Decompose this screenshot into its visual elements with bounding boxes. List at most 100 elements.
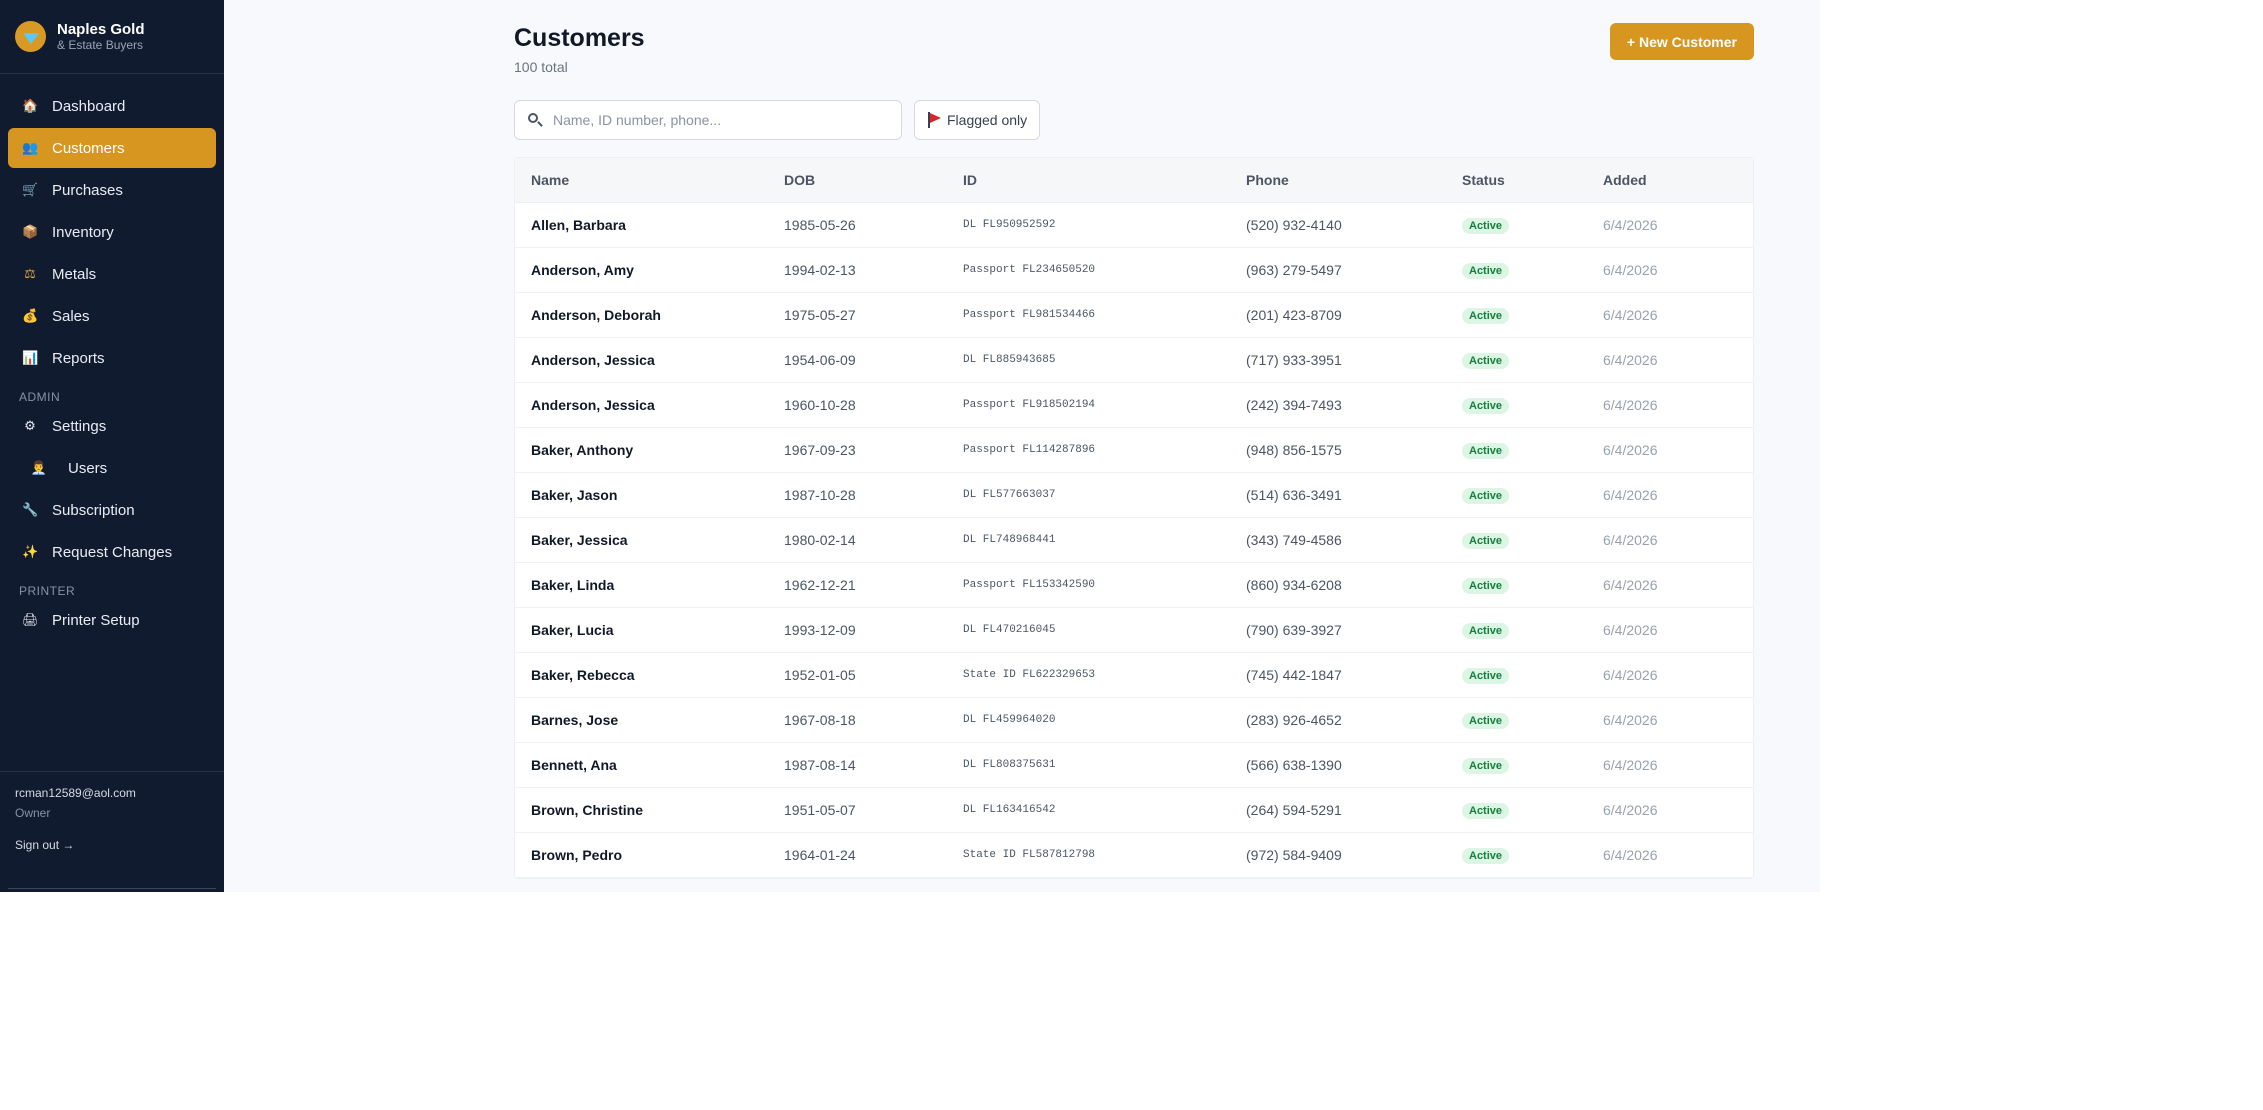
customer-phone: (520) 932-4140 [1246, 217, 1342, 233]
header-id[interactable]: ID [963, 172, 1246, 188]
page-title: Customers [514, 24, 645, 52]
customer-added-date: 6/4/2026 [1603, 757, 1658, 773]
status-badge: Active [1462, 443, 1510, 459]
header-name[interactable]: Name [515, 172, 784, 188]
new-customer-button[interactable]: + New Customer [1609, 23, 1754, 60]
sidebar-item-inventory[interactable]: 📦 Inventory [8, 212, 216, 252]
sidebar-item-settings[interactable]: ⚙ Settings [8, 406, 216, 446]
status-badge: Active [1462, 308, 1510, 324]
table-row[interactable]: Baker, Linda 1962-12-21 Passport FL1533425… [515, 563, 1753, 608]
customer-id-number: Passport FL981534466 [963, 309, 1096, 321]
wrench-icon: 🔧 [22, 502, 39, 517]
sidebar-item-dashboard[interactable]: 🏠 Dashboard [8, 86, 216, 126]
table-row[interactable]: Baker, Jessica 1980-02-14 DL FL748968441 (3… [515, 518, 1753, 563]
gear-icon: ⚙ [24, 418, 36, 433]
customer-name: Brown, Pedro [531, 847, 623, 863]
customer-dob: 1960-10-28 [784, 397, 856, 413]
customer-name: Baker, Rebecca [531, 667, 635, 683]
customer-count: 100 total [514, 59, 568, 75]
customer-name: Barnes, Jose [531, 712, 619, 728]
header-status[interactable]: Status [1462, 172, 1603, 188]
header-phone[interactable]: Phone [1246, 172, 1462, 188]
customer-name: Anderson, Amy [531, 262, 634, 278]
sign-out-link[interactable]: Sign out → [15, 838, 74, 852]
table-row[interactable]: Barnes, Jose 1967-08-18 DL FL459964020 (283… [515, 698, 1753, 743]
customer-added-date: 6/4/2026 [1603, 622, 1658, 638]
customer-name: Allen, Barbara [531, 217, 626, 233]
customer-status: Active [1462, 531, 1603, 549]
status-badge: Active [1462, 668, 1510, 684]
status-badge: Active [1462, 848, 1510, 864]
sidebar-item-label: Users [68, 459, 108, 477]
customer-phone: (566) 638-1390 [1246, 757, 1342, 773]
customer-phone: (790) 639-3927 [1246, 622, 1342, 638]
customer-name: Anderson, Jessica [531, 352, 655, 368]
customer-phone: (201) 423-8709 [1246, 307, 1342, 323]
sidebar-item-label: Subscription [52, 501, 135, 519]
customer-phone: (343) 749-4586 [1246, 532, 1342, 548]
customer-phone: (963) 279-5497 [1246, 262, 1342, 278]
brand[interactable]: Naples Gold & Estate Buyers [0, 0, 224, 74]
cart-icon: 🛒 [22, 182, 39, 197]
table-row[interactable]: Anderson, Amy 1994-02-13 Passport FL234650… [515, 248, 1753, 293]
table-row[interactable]: Baker, Lucia 1993-12-09 DL FL470216045 (790… [515, 608, 1753, 653]
sidebar-item-sales[interactable]: 💰 Sales [8, 296, 216, 336]
sidebar-item-purchases[interactable]: 🛒 Purchases [8, 170, 216, 210]
table-row[interactable]: Anderson, Deborah 1975-05-27 Passport FL98… [515, 293, 1753, 338]
search-box[interactable] [514, 100, 902, 140]
customer-added-date: 6/4/2026 [1603, 847, 1658, 863]
customer-id-number: DL FL950952592 [963, 219, 1056, 231]
sidebar-item-subscription[interactable]: 🔧 Subscription [8, 490, 216, 530]
header-dob[interactable]: DOB [784, 172, 963, 188]
customer-status: Active [1462, 801, 1603, 819]
status-badge: Active [1462, 263, 1510, 279]
customer-dob: 1975-05-27 [784, 307, 856, 323]
customer-id-number: DL FL748968441 [963, 534, 1056, 546]
businessman-icon: 👨‍💼 [30, 460, 48, 475]
status-badge: Active [1462, 803, 1510, 819]
sidebar-item-request-changes[interactable]: ✨ Request Changes [8, 532, 216, 572]
customer-added-date: 6/4/2026 [1603, 442, 1658, 458]
customer-phone: (242) 394-7493 [1246, 397, 1342, 413]
flagged-only-filter[interactable]: Flagged only [914, 100, 1041, 140]
status-badge: Active [1462, 758, 1510, 774]
table-row[interactable]: Anderson, Jessica 1954-06-09 DL FL88594368… [515, 338, 1753, 383]
customer-added-date: 6/4/2026 [1603, 667, 1658, 683]
table-row[interactable]: Anderson, Jessica 1960-10-28 Passport FL91… [515, 383, 1753, 428]
table-row[interactable]: Brown, Christine 1951-05-07 DL FL163416542… [515, 788, 1753, 833]
printer-section-label: PRINTER [19, 584, 76, 598]
customer-phone: (972) 584-9409 [1246, 847, 1342, 863]
customer-status: Active [1462, 711, 1603, 729]
sidebar-item-reports[interactable]: 📊 Reports [8, 338, 216, 378]
sparkles-icon: ✨ [22, 544, 39, 559]
customer-id-number: Passport FL918502194 [963, 399, 1096, 411]
brand-name: Naples Gold [57, 21, 145, 38]
table-row[interactable]: Allen, Barbara 1985-05-26 DL FL950952592 (5… [515, 203, 1753, 248]
user-email: rcman12589@aol.com [15, 786, 136, 800]
customer-status: Active [1462, 846, 1603, 864]
customer-dob: 1954-06-09 [784, 352, 856, 368]
customer-added-date: 6/4/2026 [1603, 802, 1658, 818]
bar-chart-icon: 📊 [22, 350, 39, 365]
box-icon: 📦 [22, 224, 39, 239]
customer-dob: 1964-01-24 [784, 847, 856, 863]
header-added[interactable]: Added [1603, 172, 1743, 188]
sidebar-item-customers[interactable]: 👥 Customers [8, 128, 216, 168]
table-row[interactable]: Baker, Jason 1987-10-28 DL FL577663037 (514… [515, 473, 1753, 518]
sidebar: Naples Gold & Estate Buyers 🏠 Dashboard … [0, 0, 224, 892]
scales-icon: ⚖ [24, 266, 36, 281]
customer-added-date: 6/4/2026 [1603, 307, 1658, 323]
search-input[interactable] [553, 112, 883, 128]
table-row[interactable]: Baker, Anthony 1967-09-23 Passport FL11428… [515, 428, 1753, 473]
customer-id-number: DL FL163416542 [963, 804, 1056, 816]
table-row[interactable]: Baker, Rebecca 1952-01-05 State ID FL62232… [515, 653, 1753, 698]
sidebar-item-users[interactable]: 👨‍💼 Users [8, 448, 216, 488]
sidebar-item-metals[interactable]: ⚖ Metals [8, 254, 216, 294]
customer-dob: 1987-08-14 [784, 757, 856, 773]
sidebar-item-printer-setup[interactable]: 🖨 Printer Setup [8, 600, 216, 640]
customer-status: Active [1462, 306, 1603, 324]
table-row[interactable]: Bennett, Ana 1987-08-14 DL FL808375631 (566… [515, 743, 1753, 788]
customers-table: Name DOB ID Phone Status Added Allen, Ba… [514, 157, 1754, 879]
customer-name: Baker, Jessica [531, 532, 628, 548]
table-row[interactable]: Brown, Pedro 1964-01-24 State ID FL5878127… [515, 833, 1753, 878]
